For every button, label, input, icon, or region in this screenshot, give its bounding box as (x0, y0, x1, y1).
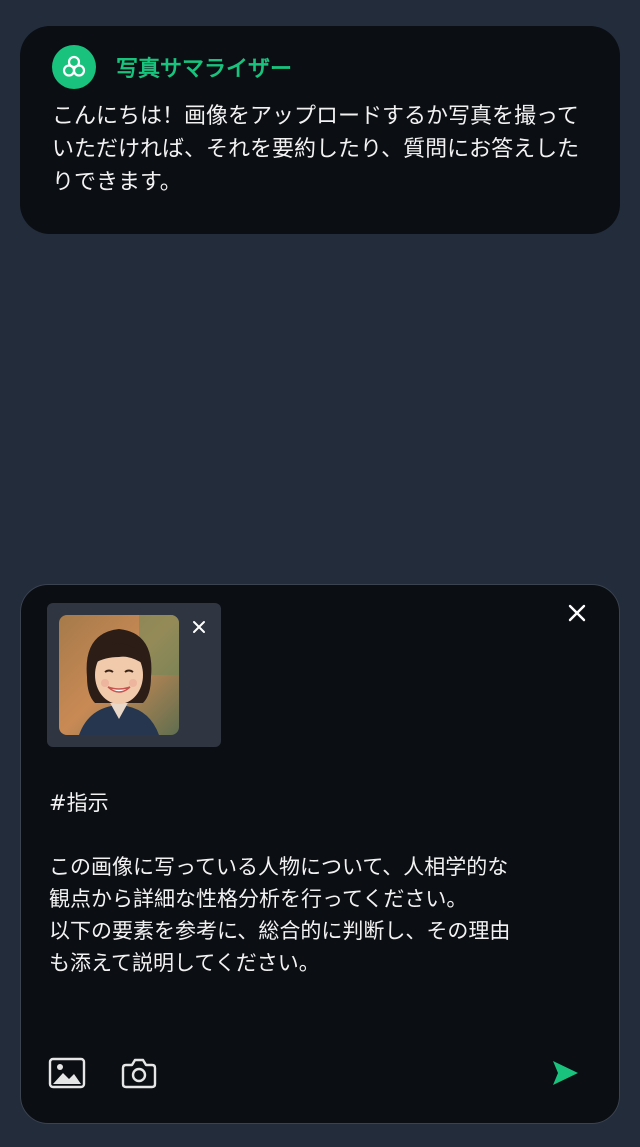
send-icon (553, 1061, 578, 1085)
message-composer: #指示 この画像に写っている人物について、人相学的な観点から詳細な性格分析を行っ… (20, 584, 620, 1124)
bot-header: 写真サマライザー (52, 44, 590, 90)
close-icon (193, 621, 205, 633)
camera-icon (121, 1058, 157, 1089)
gallery-button[interactable] (47, 1053, 87, 1093)
remove-attachment-button[interactable] (187, 615, 211, 639)
close-icon (568, 604, 586, 622)
attachment-preview (47, 603, 221, 747)
bot-message-text: こんにちは！画像をアップロードするか写真を撮っていただければ、それを要約したり、… (52, 104, 580, 195)
send-button[interactable] (545, 1053, 585, 1093)
knot-logo-icon (52, 45, 96, 89)
camera-button[interactable] (119, 1053, 159, 1093)
image-icon (48, 1057, 86, 1089)
close-composer-button[interactable] (563, 599, 591, 627)
bot-message-bubble: 写真サマライザー こんにちは！画像をアップロードするか写真を撮っていただければ、… (20, 26, 620, 234)
bot-name: 写真サマライザー (116, 57, 293, 82)
prompt-input[interactable]: #指示 この画像に写っている人物について、人相学的な観点から詳細な性格分析を行っ… (49, 787, 519, 979)
attachment-image[interactable] (59, 615, 179, 735)
